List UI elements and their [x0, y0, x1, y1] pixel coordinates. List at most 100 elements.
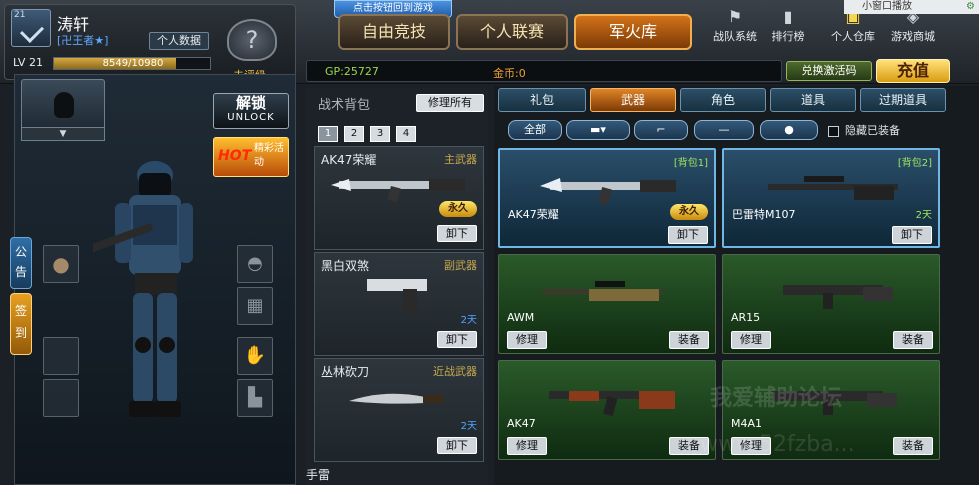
tab-armory[interactable]: 军火库 — [574, 14, 692, 50]
nav-clan[interactable]: ⚑ 战队系统 — [706, 4, 764, 50]
repair-button[interactable]: 修理 — [507, 437, 547, 455]
repair-button[interactable]: 修理 — [731, 331, 771, 349]
gear-icon[interactable]: ⚙ — [966, 0, 975, 14]
exp-text: 8549/10980 — [102, 58, 164, 69]
weapon-name: M4A1 — [731, 417, 763, 430]
filter-all[interactable]: 全部 — [508, 120, 562, 140]
equip-button[interactable]: 装备 — [669, 331, 709, 349]
rifle-icon — [331, 179, 465, 203]
tab-weapons[interactable]: 武器 — [590, 88, 676, 112]
bag-page-1[interactable]: 1 — [318, 126, 338, 142]
soldier-character — [93, 161, 193, 417]
pet-slot[interactable]: ● — [43, 245, 79, 283]
personal-data-button[interactable]: 个人数据 — [149, 32, 209, 50]
teddy-bear-icon: ● — [52, 252, 70, 276]
weapon-card-awm[interactable]: AWM 修理 装备 — [498, 254, 716, 354]
helmet-slot[interactable]: ◓ — [237, 245, 273, 283]
duration-label: 2天 — [460, 421, 477, 432]
equip-slot-left-1[interactable] — [43, 337, 79, 375]
character-panel: ▼ 解锁 UNLOCK HOT 精彩活动 ● ◓ ▦ ✋ ▙ 公告 签到 — [10, 74, 296, 485]
nav-ranking[interactable]: ▮ 排行榜 — [764, 4, 812, 50]
bag-slot-secondary[interactable]: 黑白双煞 副武器 2天 卸下 — [314, 252, 484, 356]
chevron-icon — [19, 18, 45, 44]
clan-icon: ⚑ — [727, 7, 743, 26]
boots-slot[interactable]: ▙ — [237, 379, 273, 417]
repair-all-button[interactable]: 修理所有 — [416, 94, 484, 112]
bag-page-3[interactable]: 3 — [370, 126, 390, 142]
weapon-name: AR15 — [731, 311, 761, 324]
grenade-label: 手雷 — [306, 468, 331, 482]
signin-tab[interactable]: 签到 — [10, 293, 32, 355]
rank-badge: 21 — [11, 9, 51, 47]
exp-bar: 8549/10980 — [53, 57, 211, 70]
nav-ranking-label: 排行榜 — [771, 30, 805, 43]
sniper-rifle-icon — [768, 176, 898, 200]
gloves-slot[interactable]: ✋ — [237, 337, 273, 375]
nav-clan-label: 战队系统 — [713, 30, 757, 43]
unequip-button[interactable]: 卸下 — [437, 437, 477, 454]
permanent-badge: 永久 — [439, 201, 477, 217]
vest-slot[interactable]: ▦ — [237, 287, 273, 325]
hide-equipped-checkbox[interactable] — [828, 125, 839, 137]
unlock-button[interactable]: 解锁 UNLOCK — [213, 93, 289, 129]
duration-label: 2天 — [460, 315, 477, 326]
nav-warehouse-label: 个人仓库 — [831, 30, 875, 43]
gp-amount: GP:25727 — [325, 65, 379, 78]
weapon-name: 丛林砍刀 — [321, 365, 370, 379]
weapon-card-barrett[interactable]: [背包2] 巴雷特M107 2天 卸下 — [722, 148, 940, 248]
weapon-card-ar15[interactable]: AR15 修理 装备 — [722, 254, 940, 354]
duration-label: 2天 — [915, 210, 932, 221]
grenade-slot[interactable]: 手雷 — [306, 462, 488, 485]
tactical-bag: 战术背包 修理所有 1 2 3 4 AK47荣耀 主武器 永久 卸下 黑白双煞 … — [306, 88, 488, 485]
unequip-button[interactable]: 卸下 — [437, 331, 477, 348]
equip-button[interactable]: 装备 — [893, 437, 933, 455]
weapon-name: AK47荣耀 — [508, 208, 559, 221]
rifle-icon — [783, 285, 893, 309]
mini-window-bar[interactable]: 小窗口播放 ⚙ — [844, 0, 979, 14]
tab-expired-items[interactable]: 过期道具 — [860, 88, 946, 112]
filter-pistol-icon[interactable]: ⌐ — [634, 120, 688, 140]
tab-free-match[interactable]: 自由竞技 — [338, 14, 450, 50]
repair-button[interactable]: 修理 — [507, 331, 547, 349]
tab-items[interactable]: 道具 — [770, 88, 856, 112]
tab-characters[interactable]: 角色 — [680, 88, 766, 112]
filter-rifle-icon[interactable]: ▬▾ — [566, 120, 630, 140]
weapon-card-ak47[interactable]: AK47 修理 装备 — [498, 360, 716, 460]
top-bar: 21 涛轩 [卍王者★] 个人数据 LV 21 8549/10980 ? 未评级… — [0, 0, 979, 84]
player-profile: 21 涛轩 [卍王者★] 个人数据 LV 21 8549/10980 ? 未评级 — [4, 4, 296, 82]
weapon-category: 主武器 — [444, 153, 477, 166]
rank-badge-number: 21 — [14, 10, 26, 20]
hide-equipped-toggle[interactable]: 隐藏已装备 — [828, 122, 900, 138]
equip-button[interactable]: 装备 — [893, 331, 933, 349]
bag-slot-melee[interactable]: 丛林砍刀 近战武器 2天 卸下 — [314, 358, 484, 462]
tab-personal-league[interactable]: 个人联赛 — [456, 14, 568, 50]
weapon-name: AK47荣耀 — [321, 153, 377, 167]
recharge-button[interactable]: 充值 — [876, 59, 950, 83]
currency-bar: GP:25727 金币:0 — [306, 60, 782, 82]
bag-page-2[interactable]: 2 — [344, 126, 364, 142]
weapon-name: AWM — [507, 311, 535, 324]
unequip-button[interactable]: 卸下 — [437, 225, 477, 242]
unlock-label: 解锁 — [235, 94, 266, 112]
permanent-badge: 永久 — [670, 204, 708, 220]
redeem-code-button[interactable]: 兑换激活码 — [786, 61, 872, 81]
hot-event-text: 精彩活动 — [254, 143, 284, 168]
notice-tab[interactable]: 公告 — [10, 237, 32, 289]
watermark: 我爱辅助论坛 — [710, 386, 843, 411]
mini-window-label: 小窗口播放 — [862, 1, 912, 12]
tab-gift-pack[interactable]: 礼包 — [498, 88, 586, 112]
weapon-category: 近战武器 — [433, 365, 477, 378]
weapon-card-ak47-glory[interactable]: [背包1] AK47荣耀 永久 卸下 — [498, 148, 716, 248]
bag-slot-primary[interactable]: AK47荣耀 主武器 永久 卸下 — [314, 146, 484, 250]
player-level: LV 21 — [13, 56, 43, 69]
filter-knife-icon[interactable]: — — [694, 120, 754, 140]
chevron-down-icon[interactable]: ▼ — [21, 127, 105, 141]
unequip-button[interactable]: 卸下 — [668, 226, 708, 244]
hot-event-button[interactable]: HOT 精彩活动 — [213, 137, 289, 177]
filter-grenade-icon[interactable]: ● — [760, 120, 818, 140]
rank-emblem-icon[interactable]: ? — [227, 19, 277, 61]
weapon-name: 巴雷特M107 — [732, 208, 796, 221]
unequip-button[interactable]: 卸下 — [892, 226, 932, 244]
equip-slot-left-2[interactable] — [43, 379, 79, 417]
bag-page-4[interactable]: 4 — [396, 126, 416, 142]
